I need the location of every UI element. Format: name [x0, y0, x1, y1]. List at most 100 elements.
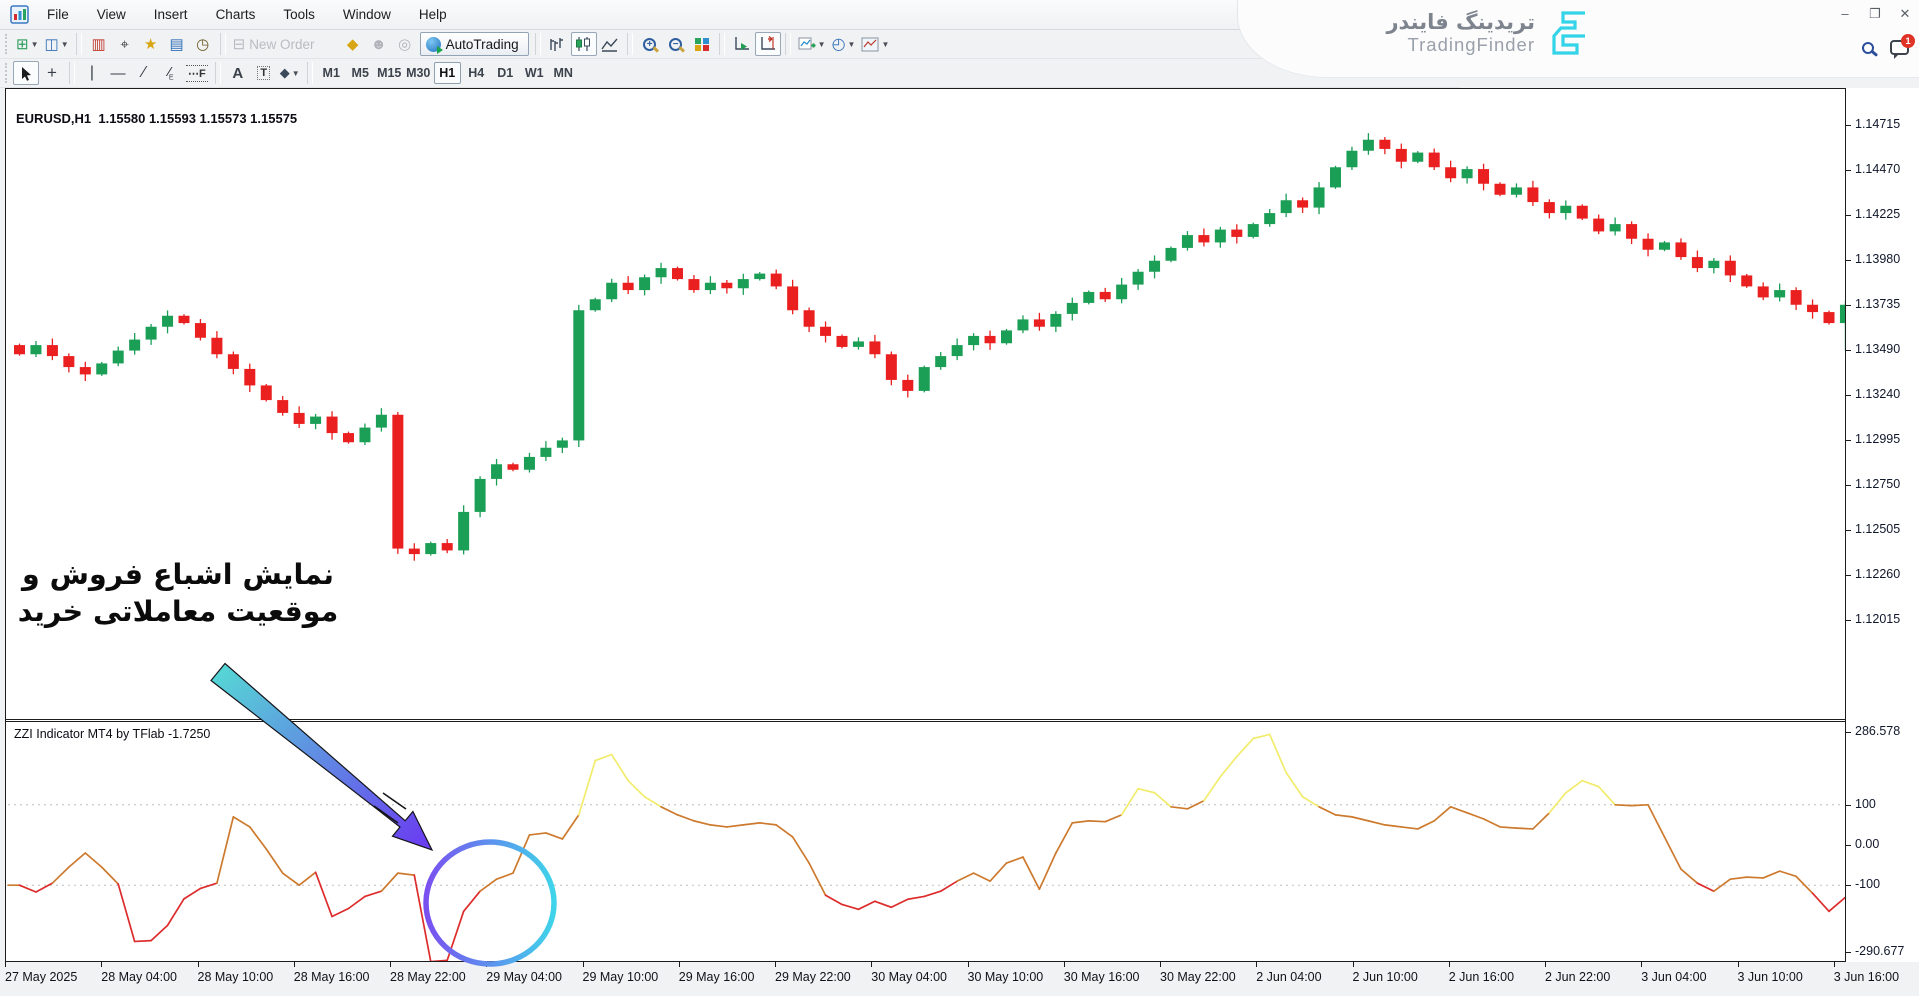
- periods-button[interactable]: ◴▼: [829, 32, 859, 56]
- templates-button[interactable]: ▼: [858, 32, 892, 56]
- axis-tick: [1846, 620, 1851, 621]
- auto-scroll-button[interactable]: [729, 32, 755, 56]
- separator: [215, 62, 221, 84]
- market-watch-button[interactable]: ▥: [86, 32, 112, 56]
- toolbar-grip[interactable]: [5, 34, 9, 54]
- zoom-in-button[interactable]: +: [637, 32, 663, 56]
- menu-item-charts[interactable]: Charts: [202, 0, 270, 29]
- axis-tick: [1545, 962, 1546, 967]
- horizontal-line-tool-button[interactable]: —: [105, 61, 131, 85]
- indicators-button[interactable]: ▼: [795, 32, 829, 56]
- candle-body: [1149, 261, 1160, 272]
- chart-shift-icon: [759, 36, 777, 52]
- timeframe-m5[interactable]: M5: [347, 62, 374, 84]
- indicator-line-segment: [1566, 781, 1582, 793]
- mql-community-button[interactable]: ☻: [366, 32, 392, 56]
- timeframe-m30[interactable]: M30: [405, 62, 432, 84]
- indicator-line-segment: [1796, 876, 1812, 893]
- data-window-button[interactable]: ▤: [164, 32, 190, 56]
- cursor-tool-button[interactable]: [13, 61, 39, 85]
- timeframe-w1[interactable]: W1: [521, 62, 548, 84]
- channel-tool-button[interactable]: ∕∕E: [157, 61, 183, 85]
- indicator-line-segment: [941, 881, 957, 891]
- restore-button[interactable]: ❐: [1867, 6, 1883, 22]
- candle-body: [837, 336, 848, 347]
- timeframe-h4[interactable]: H4: [463, 62, 490, 84]
- candle-body: [1083, 292, 1094, 303]
- tile-windows-button[interactable]: [689, 32, 715, 56]
- metaeditor-button[interactable]: ◆: [340, 32, 366, 56]
- fibonacci-tool-button[interactable]: ⋯F: [183, 61, 211, 85]
- candle-body: [1725, 261, 1736, 276]
- text-tool-button[interactable]: A: [225, 61, 251, 85]
- candle-body: [1659, 242, 1670, 249]
- indicator-line-segment: [1204, 777, 1220, 801]
- chart-shift-button[interactable]: [755, 32, 781, 56]
- indicator-line-segment: [118, 884, 134, 941]
- axis-tick: [1846, 350, 1851, 351]
- indicator-line-segment: [1072, 821, 1088, 823]
- candle-body: [787, 286, 798, 310]
- menu-item-window[interactable]: Window: [329, 0, 405, 29]
- separator: [535, 33, 541, 55]
- candle-body: [179, 316, 190, 323]
- trendline-tool-button[interactable]: ∕: [131, 61, 157, 85]
- axis-tick: [1846, 732, 1851, 733]
- arrows-tool-button[interactable]: ◆▼: [277, 61, 303, 85]
- time-axis-label: 3 Jun 16:00: [1834, 970, 1899, 984]
- vertical-line-tool-button[interactable]: |: [79, 61, 105, 85]
- indicator-pane[interactable]: ZZI Indicator MT4 by TFlab -1.7250: [6, 722, 1845, 961]
- chat-icon[interactable]: 1: [1890, 40, 1909, 55]
- time-axis[interactable]: 27 May 202528 May 04:0028 May 10:0028 Ma…: [0, 962, 1919, 996]
- indicator-line-segment: [513, 835, 529, 873]
- indicator-line-segment: [1056, 823, 1072, 853]
- menu-item-view[interactable]: View: [83, 0, 140, 29]
- candle-body: [475, 479, 486, 512]
- zoom-out-button[interactable]: −: [663, 32, 689, 56]
- navigator-button[interactable]: ⌖: [112, 32, 138, 56]
- indicator-line-segment: [990, 863, 1006, 881]
- expert-advisors-button[interactable]: ◎: [392, 32, 418, 56]
- minimize-button[interactable]: –: [1837, 6, 1853, 22]
- chevron-down-icon: ▼: [61, 40, 69, 49]
- target-icon: ⌖: [120, 36, 128, 53]
- indicator-line-segment: [776, 825, 792, 837]
- candle-body: [63, 356, 74, 367]
- menu-item-file[interactable]: File: [33, 0, 83, 29]
- new-chart-button[interactable]: ⊞▼: [13, 32, 42, 56]
- search-icon[interactable]: [1862, 42, 1874, 54]
- menu-item-insert[interactable]: Insert: [140, 0, 202, 29]
- candle-body: [277, 400, 288, 413]
- timeframe-m15[interactable]: M15: [376, 62, 403, 84]
- autotrading-icon: [426, 37, 441, 52]
- timeframe-m1[interactable]: M1: [318, 62, 345, 84]
- crosshair-tool-button[interactable]: +: [39, 61, 65, 85]
- timeframe-mn[interactable]: MN: [550, 62, 577, 84]
- strategy-tester-button[interactable]: ◷: [190, 32, 216, 56]
- line-chart-button[interactable]: [597, 32, 623, 56]
- indicator-line-segment: [1747, 877, 1763, 878]
- candle-body: [705, 283, 716, 290]
- bar-chart-button[interactable]: [545, 32, 571, 56]
- autotrading-button[interactable]: AutoTrading: [420, 32, 529, 56]
- menu-item-tools[interactable]: Tools: [269, 0, 329, 29]
- timeframe-h1[interactable]: H1: [434, 62, 461, 84]
- crosshair-icon: +: [47, 63, 57, 83]
- profiles-button[interactable]: ◫▼: [42, 32, 72, 56]
- menu-item-help[interactable]: Help: [405, 0, 461, 29]
- chevron-down-icon: ▼: [31, 40, 39, 49]
- indicator-line-segment: [250, 827, 266, 849]
- candlestick-chart-button[interactable]: [571, 32, 597, 56]
- separator: [307, 62, 313, 84]
- timeframe-d1[interactable]: D1: [492, 62, 519, 84]
- close-button[interactable]: ✕: [1897, 6, 1913, 22]
- candle-body: [1050, 314, 1061, 327]
- candle-body: [573, 310, 584, 440]
- price-axis[interactable]: 1.147151.144701.142251.139801.137351.134…: [1846, 88, 1919, 962]
- candle-body: [1017, 319, 1028, 330]
- text-label-tool-button[interactable]: T: [251, 61, 277, 85]
- brand-name-farsi: تریدینگ فایندر: [1386, 10, 1535, 34]
- favorites-button[interactable]: ★: [138, 32, 164, 56]
- candle-body: [869, 341, 880, 354]
- toolbar-grip[interactable]: [5, 63, 9, 83]
